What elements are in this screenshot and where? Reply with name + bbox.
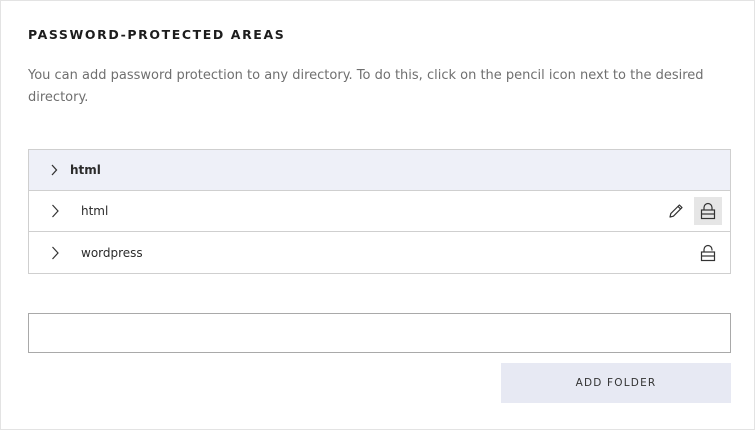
add-folder-button[interactable]: ADD FOLDER: [501, 363, 731, 403]
tree-root-label: html: [70, 163, 101, 177]
directory-tree: html html wordpress: [28, 149, 731, 274]
tree-root-row[interactable]: html: [29, 150, 730, 191]
pencil-icon[interactable]: [662, 197, 690, 225]
chevron-right-icon[interactable]: [46, 162, 62, 178]
section-description: You can add password protection to any d…: [28, 68, 704, 105]
password-protection-panel: PASSWORD-PROTECTED AREAS You can add pas…: [0, 0, 755, 430]
row-actions: [694, 232, 722, 273]
tree-item-label: wordpress: [81, 245, 143, 260]
unlock-icon[interactable]: [694, 239, 722, 267]
chevron-right-icon[interactable]: [47, 245, 63, 261]
tree-item-html[interactable]: html: [29, 191, 730, 232]
row-actions: [662, 191, 722, 231]
tree-item-wordpress[interactable]: wordpress: [29, 232, 730, 273]
new-folder-input[interactable]: [28, 313, 731, 353]
tree-item-label: html: [81, 204, 109, 218]
chevron-right-icon[interactable]: [47, 203, 63, 219]
lock-icon[interactable]: [694, 197, 722, 225]
section-title: PASSWORD-PROTECTED AREAS: [28, 27, 286, 42]
